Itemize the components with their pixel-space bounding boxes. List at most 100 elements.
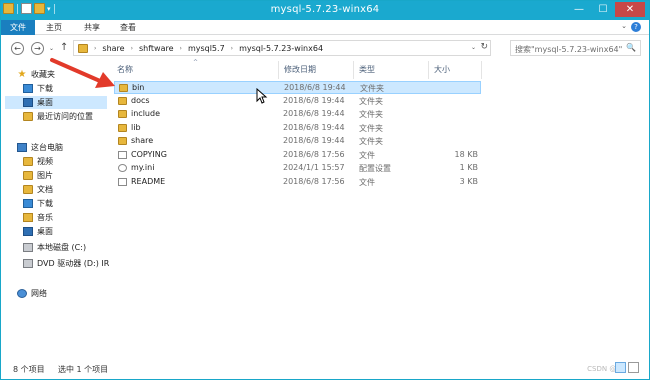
column-header-date[interactable]: 修改日期 xyxy=(284,64,316,75)
expand-ribbon-chevron-icon[interactable]: ⌄ xyxy=(621,22,627,30)
nav-item-downloads-pc[interactable]: 下载 xyxy=(23,197,107,210)
file-size: 18 KB xyxy=(454,150,478,159)
file-name: COPYING xyxy=(131,150,167,159)
mouse-cursor-icon xyxy=(256,88,268,104)
nav-label: 下载 xyxy=(37,84,53,93)
folder-icon xyxy=(118,124,127,132)
file-row-readme[interactable]: README 2018/6/8 17:56 文件 3 KB xyxy=(114,176,481,189)
breadcrumb-separator: › xyxy=(230,45,234,52)
breadcrumb-item[interactable]: share xyxy=(102,44,124,53)
tab-home[interactable]: 主页 xyxy=(39,20,69,35)
nav-label: 本地磁盘 (C:) xyxy=(37,243,87,252)
nav-label: 最近访问的位置 xyxy=(37,112,93,121)
tab-file[interactable]: 文件 xyxy=(1,20,35,35)
file-type: 文件夹 xyxy=(359,110,383,119)
column-header-name[interactable]: 名称 xyxy=(117,64,133,75)
file-icon xyxy=(118,151,127,159)
file-type: 文件夹 xyxy=(359,124,383,133)
nav-label: 桌面 xyxy=(37,227,53,236)
file-row-bin[interactable]: bin 2018/6/8 19:44 文件夹 xyxy=(114,81,481,94)
dvd-drive-icon xyxy=(23,259,33,268)
file-row-share[interactable]: share 2018/6/8 19:44 文件夹 xyxy=(114,135,481,148)
nav-this-pc[interactable]: 这台电脑 xyxy=(17,141,123,154)
ribbon-tabs: 文件 主页 共享 查看 ⌄ ? xyxy=(1,20,649,35)
nav-item-videos[interactable]: 视频 xyxy=(23,155,107,168)
navigation-pane: ★ 收藏夹 下载 桌面 最近访问的位置 这台电脑 视频 图片 文档 下载 音乐 … xyxy=(1,61,109,357)
nav-item-local-disk-c[interactable]: 本地磁盘 (C:) xyxy=(23,241,107,254)
forward-button[interactable]: → xyxy=(31,42,44,55)
nav-item-recent[interactable]: 最近访问的位置 xyxy=(23,110,107,123)
file-list: ^ 名称 修改日期 类型 大小 bin 2018/6/8 19:44 文件夹 d… xyxy=(109,59,649,357)
nav-label: 视频 xyxy=(37,157,53,166)
navigation-bar: ← → ⌄ ↑ › share › shftware › mysql5.7 › … xyxy=(1,36,649,60)
star-icon: ★ xyxy=(17,69,27,80)
recent-places-icon xyxy=(23,112,33,121)
minimize-button[interactable]: — xyxy=(567,2,591,17)
recent-locations-chevron-icon[interactable]: ⌄ xyxy=(49,45,54,52)
folder-icon xyxy=(119,84,128,92)
file-row-lib[interactable]: lib 2018/6/8 19:44 文件夹 xyxy=(114,122,481,135)
column-header-size[interactable]: 大小 xyxy=(434,64,450,75)
folder-icon xyxy=(118,110,127,118)
nav-label: 音乐 xyxy=(37,213,53,222)
file-type: 文件 xyxy=(359,151,375,160)
column-divider[interactable] xyxy=(278,61,279,79)
desktop-icon xyxy=(23,227,33,236)
address-bar[interactable]: › share › shftware › mysql5.7 › mysql-5.… xyxy=(73,40,491,56)
file-row-copying[interactable]: COPYING 2018/6/8 17:56 文件 18 KB xyxy=(114,149,481,162)
nav-favorites[interactable]: ★ 收藏夹 xyxy=(17,68,123,81)
close-button[interactable]: ✕ xyxy=(615,2,645,17)
tab-share[interactable]: 共享 xyxy=(77,20,107,35)
computer-icon xyxy=(17,143,27,152)
search-box[interactable]: 搜索"mysql-5.7.23-winx64" 🔍 xyxy=(510,40,641,56)
view-switcher xyxy=(615,362,639,373)
breadcrumb-item[interactable]: shftware xyxy=(139,44,174,53)
large-icons-view-icon[interactable] xyxy=(628,362,639,373)
help-icon[interactable]: ? xyxy=(631,22,641,32)
file-name: README xyxy=(131,177,166,186)
nav-item-desktop[interactable]: 桌面 xyxy=(5,96,107,109)
file-size: 3 KB xyxy=(459,177,478,186)
refresh-icon[interactable]: ↻ xyxy=(480,42,488,52)
column-divider[interactable] xyxy=(353,61,354,79)
nav-item-dvd-drive-d[interactable]: DVD 驱动器 (D:) IR xyxy=(23,257,109,270)
file-name: my.ini xyxy=(131,163,155,172)
nav-item-desktop-pc[interactable]: 桌面 xyxy=(23,225,107,238)
window-controls: — ☐ ✕ xyxy=(567,2,645,17)
up-button[interactable]: ↑ xyxy=(60,42,68,53)
nav-item-pictures[interactable]: 图片 xyxy=(23,169,107,182)
file-name: include xyxy=(131,109,160,118)
file-size: 1 KB xyxy=(459,163,478,172)
column-header-type[interactable]: 类型 xyxy=(359,64,375,75)
tab-view[interactable]: 查看 xyxy=(113,20,143,35)
breadcrumb-separator: › xyxy=(130,45,133,52)
breadcrumb-item[interactable]: mysql-5.7.23-winx64 xyxy=(239,44,323,53)
item-count: 8 个项目 xyxy=(13,365,45,374)
nav-item-downloads[interactable]: 下载 xyxy=(23,82,107,95)
file-row-include[interactable]: include 2018/6/8 19:44 文件夹 xyxy=(114,108,481,121)
file-row-docs[interactable]: docs 2018/6/8 19:44 文件夹 xyxy=(114,95,481,108)
search-icon[interactable]: 🔍 xyxy=(626,43,636,52)
videos-folder-icon xyxy=(23,157,33,166)
breadcrumb-separator: › xyxy=(94,45,97,52)
nav-network[interactable]: 网络 xyxy=(17,287,123,300)
file-row-my-ini[interactable]: my.ini 2024/1/1 15:57 配置设置 1 KB xyxy=(114,162,481,175)
network-icon xyxy=(17,289,27,298)
maximize-button[interactable]: ☐ xyxy=(591,2,615,17)
music-folder-icon xyxy=(23,213,33,222)
breadcrumb-item[interactable]: mysql5.7 xyxy=(188,44,225,53)
details-view-icon[interactable] xyxy=(615,362,626,373)
breadcrumb-separator: › xyxy=(179,45,182,52)
nav-item-music[interactable]: 音乐 xyxy=(23,211,107,224)
file-type: 文件夹 xyxy=(359,137,383,146)
address-dropdown-chevron-icon[interactable]: ⌄ xyxy=(471,44,476,51)
search-input[interactable]: 搜索"mysql-5.7.23-winx64" xyxy=(515,44,622,55)
file-type: 文件 xyxy=(359,178,375,187)
nav-item-documents[interactable]: 文档 xyxy=(23,183,107,196)
column-divider[interactable] xyxy=(428,61,429,79)
column-divider[interactable] xyxy=(481,61,482,79)
file-icon xyxy=(118,178,127,186)
file-type: 文件夹 xyxy=(360,84,384,93)
pictures-folder-icon xyxy=(23,171,33,180)
back-button[interactable]: ← xyxy=(11,42,24,55)
